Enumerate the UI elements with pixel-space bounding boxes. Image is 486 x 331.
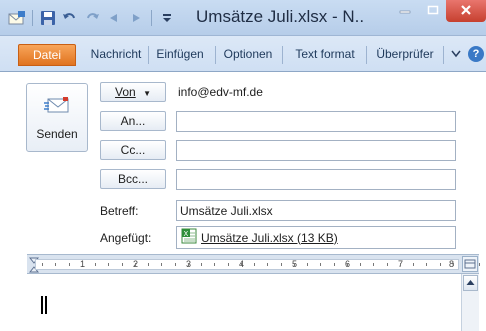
ruler-tick (386, 263, 388, 266)
to-button[interactable]: An... (100, 111, 166, 131)
ruler-tick (293, 263, 295, 266)
ruler-tick (227, 263, 229, 266)
ruler-tick (267, 263, 269, 266)
cc-button[interactable]: Cc... (100, 140, 166, 160)
cc-field[interactable] (176, 140, 456, 161)
title-bar: Umsätze Juli.xlsx - N.. (0, 0, 486, 36)
ruler-tick (148, 263, 149, 266)
minimize-button[interactable] (392, 0, 418, 22)
qat-separator (32, 10, 33, 26)
ribbon-tab-bar: Datei Nachricht Einfügen Optionen Text f… (0, 36, 486, 72)
ruler-tick (452, 263, 454, 266)
ruler-tick (373, 263, 375, 266)
ruler-tick (320, 263, 322, 266)
send-label: Senden (36, 127, 78, 141)
ruler-tick (399, 263, 401, 266)
send-button[interactable]: Senden (26, 83, 88, 152)
qat-separator (151, 10, 152, 26)
help-icon[interactable]: ? (468, 46, 484, 62)
ruler-scale: 1 2 3 4 5 6 7 8 (35, 259, 481, 270)
ruler-tick (187, 263, 189, 266)
tab-message[interactable]: Nachricht (86, 44, 146, 66)
attached-label: Angefügt: (100, 231, 152, 245)
ruler-tick (68, 263, 70, 266)
tab-separator (443, 46, 444, 64)
ruler-tick (254, 263, 255, 266)
bcc-button[interactable]: Bcc... (100, 169, 166, 189)
arrow-up-icon (464, 279, 477, 293)
subject-field[interactable]: Umsätze Juli.xlsx (176, 200, 456, 221)
from-button[interactable]: Von ▼ (100, 82, 166, 102)
ruler-tick (55, 263, 57, 266)
ruler-tick (174, 263, 176, 266)
ruler-tick (280, 263, 282, 266)
tab-file[interactable]: Datei (18, 44, 76, 66)
send-envelope-icon (44, 96, 70, 117)
tab-options[interactable]: Optionen (218, 44, 278, 66)
maximize-button[interactable] (420, 0, 446, 22)
tab-insert[interactable]: Einfügen (149, 44, 211, 66)
tab-separator (366, 46, 367, 64)
svg-text:X: X (184, 230, 189, 238)
attachment-link[interactable]: Umsätze Juli.xlsx (13 KB) (201, 231, 338, 245)
save-icon[interactable] (39, 9, 57, 27)
ruler-toggle-icon (463, 259, 477, 274)
undo-icon[interactable] (61, 9, 79, 27)
subject-label: Betreff: (100, 204, 139, 218)
ruler-toggle-button[interactable] (462, 256, 478, 272)
minimize-icon (399, 4, 411, 18)
excel-file-icon: X (181, 228, 197, 247)
ruler-tick (346, 263, 348, 266)
ruler-tick (360, 263, 361, 266)
prev-item-icon[interactable] (105, 9, 123, 27)
to-field[interactable] (176, 111, 456, 132)
tab-separator (282, 46, 283, 64)
close-icon (460, 4, 472, 19)
ruler-tick (121, 263, 123, 266)
tab-separator (215, 46, 216, 64)
ruler-tick (81, 263, 83, 266)
ruler-tick (307, 263, 308, 266)
outlook-envelope-icon[interactable] (8, 9, 26, 27)
customize-dropdown-icon[interactable] (158, 9, 176, 27)
message-body[interactable] (27, 274, 461, 331)
quick-access-toolbar (8, 8, 176, 28)
ruler-tick (95, 263, 96, 266)
tab-format-text[interactable]: Text format (286, 44, 364, 66)
collapse-ribbon-button[interactable] (449, 47, 463, 61)
from-address: info@edv-mf.de (178, 85, 263, 99)
scroll-up-button[interactable] (463, 275, 478, 291)
vertical-scrollbar[interactable] (461, 274, 479, 331)
attachment-field[interactable]: X Umsätze Juli.xlsx (13 KB) (176, 226, 456, 249)
text-cursor-icon (41, 296, 47, 314)
ruler-tick (413, 263, 414, 266)
ruler-tick (439, 263, 441, 266)
horizontal-ruler[interactable]: 1 2 3 4 5 6 7 8 (27, 254, 481, 274)
message-header: Senden Von ▼ info@edv-mf.de An... Cc... … (0, 73, 486, 253)
chevron-down-icon: ▼ (143, 89, 151, 98)
close-button[interactable] (446, 0, 486, 22)
redo-icon[interactable] (83, 9, 101, 27)
ruler-tick (426, 263, 428, 266)
maximize-icon (427, 4, 439, 18)
chevron-down-icon (449, 50, 463, 64)
ruler-tick (108, 263, 110, 266)
ruler-tick (240, 263, 242, 266)
left-margin (0, 254, 27, 331)
ruler-tick (479, 263, 481, 266)
tab-review[interactable]: Überprüfer (370, 44, 440, 66)
bcc-field[interactable] (176, 169, 456, 190)
ruler-tick (42, 263, 43, 266)
ruler-tick (333, 263, 335, 266)
window-title: Umsätze Juli.xlsx - N.. (196, 7, 365, 26)
from-button-label: Von (115, 85, 136, 99)
ruler-tick (134, 263, 136, 266)
ruler-tick (214, 263, 216, 266)
ruler-tick (201, 263, 202, 266)
next-item-icon[interactable] (127, 9, 145, 27)
ruler-tick (161, 263, 163, 266)
